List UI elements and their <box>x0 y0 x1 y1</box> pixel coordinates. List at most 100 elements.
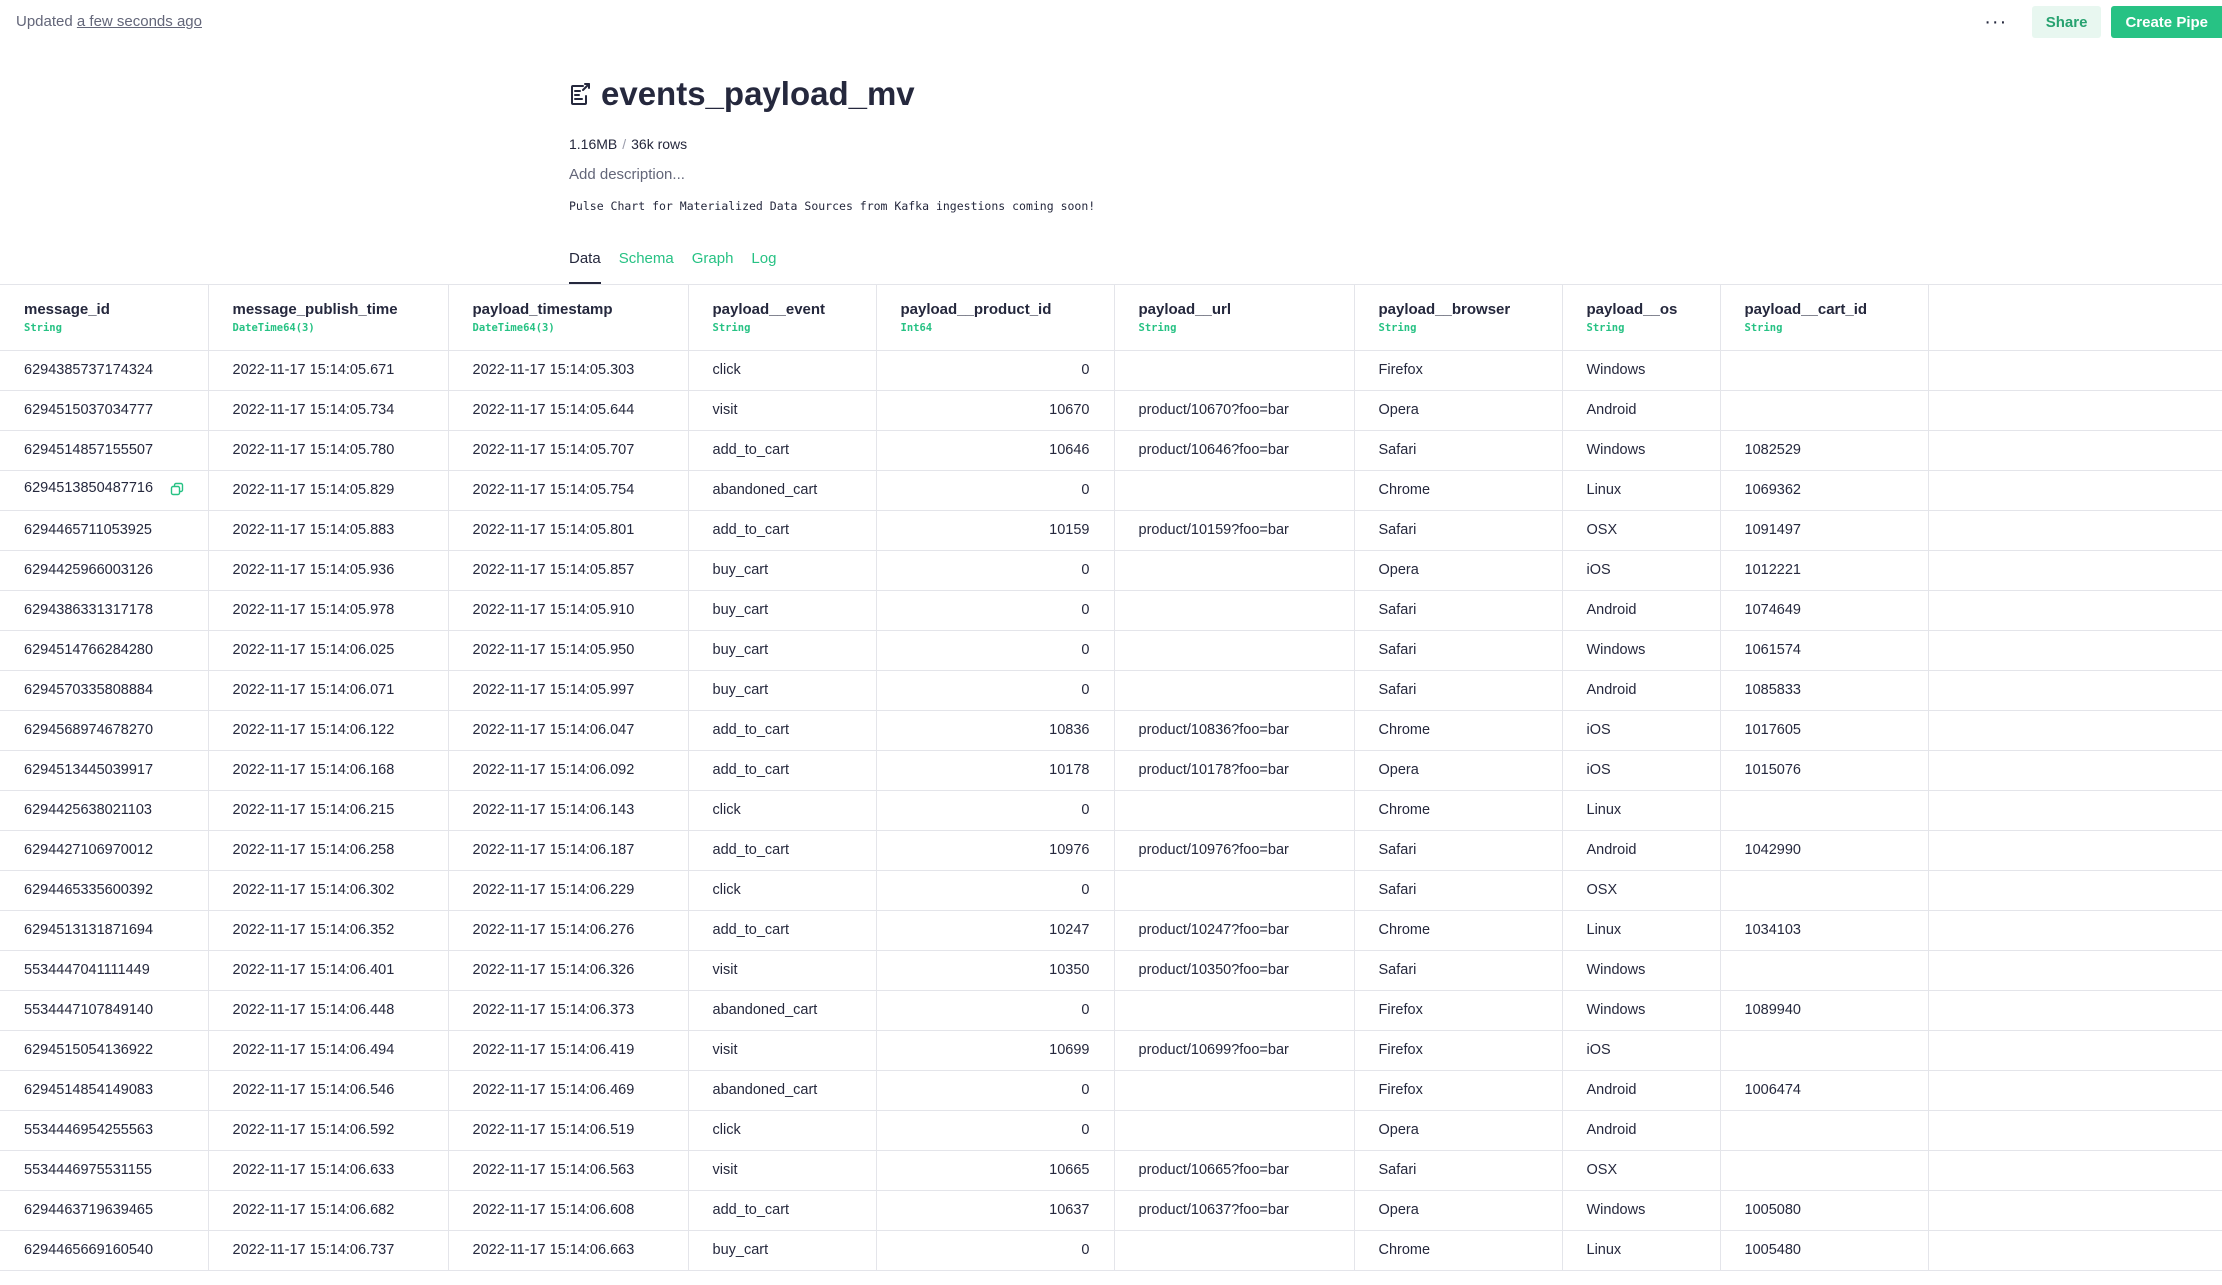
table-cell-message-publish-time[interactable]: 2022-11-17 15:14:06.592 <box>208 1110 449 1151</box>
table-cell-message-id[interactable]: 6294513131871694 <box>0 910 209 951</box>
table-cell-payload-os[interactable]: Linux <box>1562 910 1721 951</box>
table-cell-message-publish-time[interactable]: 2022-11-17 15:14:06.737 <box>208 1230 449 1271</box>
table-cell-payload-product-id[interactable]: 10247 <box>876 910 1115 951</box>
table-cell-payload-os[interactable]: OSX <box>1562 870 1721 911</box>
table-cell-payload-browser[interactable]: Safari <box>1354 430 1563 471</box>
table-cell-payload-browser[interactable]: Opera <box>1354 1110 1563 1151</box>
table-cell-payload-cart-id[interactable] <box>1720 350 1929 391</box>
table-cell-payload-url[interactable] <box>1114 1110 1355 1151</box>
table-cell-payload-url[interactable] <box>1114 670 1355 711</box>
table-cell-payload-os[interactable]: Windows <box>1562 950 1721 991</box>
table-cell-payload-browser[interactable]: Chrome <box>1354 910 1563 951</box>
table-cell-payload-product-id[interactable]: 0 <box>876 1110 1115 1151</box>
table-cell-payload-browser[interactable]: Opera <box>1354 550 1563 591</box>
table-cell-payload-event[interactable]: abandoned_cart <box>688 1070 877 1111</box>
table-cell-payload-product-id[interactable]: 0 <box>876 550 1115 591</box>
table-cell-message-publish-time[interactable]: 2022-11-17 15:14:06.122 <box>208 710 449 751</box>
table-cell-payload-cart-id[interactable] <box>1720 950 1929 991</box>
table-cell-payload-product-id[interactable]: 0 <box>876 1070 1115 1111</box>
table-cell-payload-browser[interactable]: Chrome <box>1354 1230 1563 1271</box>
table-cell-payload-timestamp[interactable]: 2022-11-17 15:14:05.801 <box>448 510 689 551</box>
table-cell-payload-url[interactable] <box>1114 350 1355 391</box>
table-cell-payload-cart-id[interactable] <box>1720 1110 1929 1151</box>
table-cell-payload-url[interactable] <box>1114 870 1355 911</box>
table-cell-payload-cart-id[interactable]: 1034103 <box>1720 910 1929 951</box>
table-cell-payload-event[interactable]: visit <box>688 390 877 431</box>
data-table-container[interactable]: message_id String message_publish_time Date… <box>0 284 2222 1285</box>
table-row[interactable]: 6294463719639465 2022-11-17 15:14:06.682 2… <box>0 1190 2222 1231</box>
column-header-payload-event[interactable]: payload__event String <box>688 285 877 351</box>
table-cell-message-id[interactable]: 6294515054136922 <box>0 1030 209 1071</box>
table-cell-payload-url[interactable] <box>1114 1230 1355 1271</box>
table-cell-message-id[interactable]: 5534447107849140 <box>0 990 209 1031</box>
tab-log[interactable]: Log <box>751 250 776 284</box>
column-header-message-publish-time[interactable]: message_publish_time DateTime64(3) <box>208 285 449 351</box>
table-cell-payload-browser[interactable]: Safari <box>1354 630 1563 671</box>
table-row[interactable]: 6294515054136922 2022-11-17 15:14:06.494 2… <box>0 1030 2222 1071</box>
table-cell-payload-url[interactable] <box>1114 790 1355 831</box>
table-cell-payload-browser[interactable]: Opera <box>1354 750 1563 791</box>
table-cell-payload-url[interactable] <box>1114 630 1355 671</box>
table-cell-message-id[interactable]: 6294385737174324 <box>0 350 209 391</box>
table-row[interactable]: 6294514766284280 2022-11-17 15:14:06.025 2… <box>0 630 2222 671</box>
table-cell-payload-url[interactable]: product/10637?foo=bar <box>1114 1190 1355 1231</box>
table-cell-payload-cart-id[interactable]: 1005480 <box>1720 1230 1929 1271</box>
table-cell-message-publish-time[interactable]: 2022-11-17 15:14:06.401 <box>208 950 449 991</box>
table-cell-payload-cart-id[interactable] <box>1720 1030 1929 1071</box>
table-cell-message-id[interactable]: 6294425966003126 <box>0 550 209 591</box>
table-cell-payload-product-id[interactable]: 0 <box>876 630 1115 671</box>
table-cell-payload-timestamp[interactable]: 2022-11-17 15:14:06.229 <box>448 870 689 911</box>
table-cell-payload-timestamp[interactable]: 2022-11-17 15:14:05.303 <box>448 350 689 391</box>
table-cell-message-publish-time[interactable]: 2022-11-17 15:14:05.829 <box>208 470 449 511</box>
table-cell-payload-product-id[interactable]: 0 <box>876 470 1115 511</box>
table-row[interactable]: 6294386331317178 2022-11-17 15:14:05.978 2… <box>0 590 2222 631</box>
table-cell-payload-timestamp[interactable]: 2022-11-17 15:14:05.644 <box>448 390 689 431</box>
table-cell-payload-os[interactable]: Android <box>1562 390 1721 431</box>
table-cell-message-id[interactable]: 6294465669160540 <box>0 1230 209 1271</box>
table-row[interactable]: 6294514857155507 2022-11-17 15:14:05.780 2… <box>0 430 2222 471</box>
table-cell-message-publish-time[interactable]: 2022-11-17 15:14:06.258 <box>208 830 449 871</box>
table-cell-message-publish-time[interactable]: 2022-11-17 15:14:06.071 <box>208 670 449 711</box>
table-row[interactable]: 6294568974678270 2022-11-17 15:14:06.122 2… <box>0 710 2222 751</box>
table-cell-payload-cart-id[interactable]: 1042990 <box>1720 830 1929 871</box>
table-cell-payload-timestamp[interactable]: 2022-11-17 15:14:05.910 <box>448 590 689 631</box>
table-cell-payload-product-id[interactable]: 10976 <box>876 830 1115 871</box>
share-button[interactable]: Share <box>2031 6 2102 38</box>
table-cell-payload-event[interactable]: click <box>688 870 877 911</box>
table-cell-payload-timestamp[interactable]: 2022-11-17 15:14:06.143 <box>448 790 689 831</box>
table-cell-payload-event[interactable]: click <box>688 1110 877 1151</box>
table-cell-message-id[interactable]: 6294463719639465 <box>0 1190 209 1231</box>
column-header-payload-url[interactable]: payload__url String <box>1114 285 1355 351</box>
table-cell-payload-timestamp[interactable]: 2022-11-17 15:14:06.326 <box>448 950 689 991</box>
table-row[interactable]: 5534447107849140 2022-11-17 15:14:06.448 2… <box>0 990 2222 1031</box>
table-cell-payload-cart-id[interactable]: 1006474 <box>1720 1070 1929 1111</box>
copy-icon[interactable] <box>170 482 184 500</box>
table-cell-payload-product-id[interactable]: 0 <box>876 870 1115 911</box>
table-cell-payload-cart-id[interactable] <box>1720 390 1929 431</box>
table-cell-message-publish-time[interactable]: 2022-11-17 15:14:05.883 <box>208 510 449 551</box>
table-cell-payload-timestamp[interactable]: 2022-11-17 15:14:06.276 <box>448 910 689 951</box>
table-cell-payload-timestamp[interactable]: 2022-11-17 15:14:05.997 <box>448 670 689 711</box>
table-cell-payload-url[interactable]: product/10350?foo=bar <box>1114 950 1355 991</box>
table-cell-message-id[interactable]: 6294514854149083 <box>0 1070 209 1111</box>
table-cell-message-publish-time[interactable]: 2022-11-17 15:14:06.448 <box>208 990 449 1031</box>
table-row[interactable]: 6294385737174324 2022-11-17 15:14:05.671 2… <box>0 350 2222 391</box>
more-options-button[interactable]: ··· <box>1976 6 2016 38</box>
table-cell-payload-os[interactable]: iOS <box>1562 710 1721 751</box>
table-cell-payload-cart-id[interactable]: 1015076 <box>1720 750 1929 791</box>
table-cell-message-id[interactable]: 5534446954255563 <box>0 1110 209 1151</box>
table-cell-payload-event[interactable]: add_to_cart <box>688 430 877 471</box>
table-row[interactable]: 6294513850487716 2022-11-17 15:14:05.829 2… <box>0 470 2222 511</box>
table-row[interactable]: 6294570335808884 2022-11-17 15:14:06.071 2… <box>0 670 2222 711</box>
table-cell-message-publish-time[interactable]: 2022-11-17 15:14:05.978 <box>208 590 449 631</box>
table-cell-payload-browser[interactable]: Firefox <box>1354 990 1563 1031</box>
table-cell-payload-os[interactable]: iOS <box>1562 1030 1721 1071</box>
table-cell-payload-os[interactable]: Android <box>1562 1070 1721 1111</box>
table-cell-message-publish-time[interactable]: 2022-11-17 15:14:06.494 <box>208 1030 449 1071</box>
tab-graph[interactable]: Graph <box>692 250 734 284</box>
table-cell-payload-product-id[interactable]: 10646 <box>876 430 1115 471</box>
table-cell-payload-url[interactable]: product/10976?foo=bar <box>1114 830 1355 871</box>
table-cell-message-id[interactable]: 6294465335600392 <box>0 870 209 911</box>
table-cell-message-id[interactable]: 6294427106970012 <box>0 830 209 871</box>
table-cell-message-publish-time[interactable]: 2022-11-17 15:14:06.025 <box>208 630 449 671</box>
